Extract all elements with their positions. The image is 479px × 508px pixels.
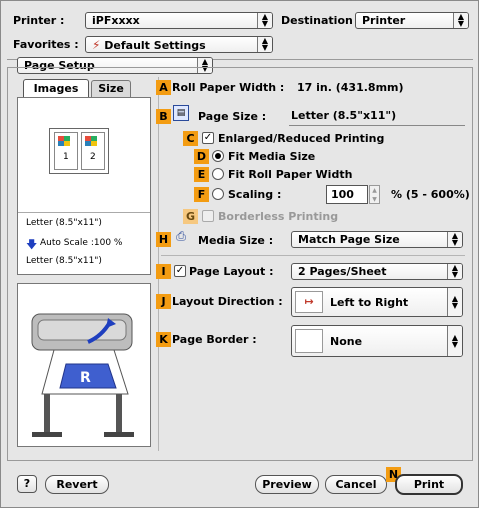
page-size-value: Letter (8.5"x11"): [291, 109, 397, 122]
cancel-label: Cancel: [335, 478, 377, 491]
popup-arrows-icon: ▲ ▼: [447, 264, 462, 279]
page-layout-value: 2 Pages/Sheet: [298, 265, 387, 278]
page-number-2: 2: [90, 152, 96, 162]
help-button[interactable]: ?: [17, 475, 37, 493]
printer-popup[interactable]: iPFxxxx ▲ ▼: [85, 12, 273, 29]
page-number-1: 1: [63, 152, 69, 162]
layout-direction-label: Layout Direction :: [172, 295, 283, 308]
media-size-label: Media Size :: [198, 234, 274, 247]
destination-label: Destination :: [281, 14, 362, 27]
page-thumb-2: 2: [81, 132, 105, 170]
popup-arrows-icon: ▲ ▼: [447, 232, 462, 247]
cancel-button[interactable]: Cancel: [325, 475, 387, 494]
borderless-checkbox[interactable]: [202, 210, 214, 222]
left-to-right-icon: ↦: [295, 291, 323, 313]
printer-illustration: R: [17, 283, 151, 447]
page-size-underline: [289, 125, 465, 126]
printer-icon: R: [31, 313, 134, 437]
scaling-input[interactable]: 100: [326, 185, 368, 204]
page-size-icon: ▤: [173, 105, 189, 121]
revert-button[interactable]: Revert: [45, 475, 109, 494]
page-thumb-1: 1: [54, 132, 78, 170]
badge-e: E: [194, 167, 209, 182]
badge-d: D: [194, 149, 209, 164]
favorites-popup[interactable]: ⚡ Default Settings ▲ ▼: [85, 36, 273, 53]
preview-divider: [18, 212, 150, 213]
badge-c: C: [183, 131, 198, 146]
thumb-yellow-icon: [91, 141, 97, 146]
media-size-value: Match Page Size: [298, 233, 400, 246]
original-size-text: Letter (8.5"x11"): [26, 218, 102, 228]
layout-preview: 1 2 Letter (8.5"x11") 🡇 Auto Scale :100 …: [17, 97, 151, 275]
scaling-label: Scaling :: [228, 188, 282, 201]
destination-popup[interactable]: Printer ▲ ▼: [355, 12, 469, 29]
print-dialog: Printer : iPFxxxx ▲ ▼ Destination : Print…: [0, 0, 479, 508]
svg-text:R: R: [80, 370, 91, 386]
thumb-yellow-icon: [64, 141, 70, 146]
badge-j: J: [156, 294, 171, 309]
favorites-brush-icon: ⚡: [92, 38, 101, 52]
popup-arrows-icon: ▲ ▼: [257, 37, 272, 52]
badge-k: K: [156, 332, 171, 347]
page-size-label: Page Size :: [198, 110, 267, 123]
fit-media-label: Fit Media Size: [228, 150, 316, 163]
output-size-text: Letter (8.5"x11"): [26, 256, 102, 266]
enlarged-label: Enlarged/Reduced Printing: [218, 132, 385, 145]
scaling-range: % (5 - 600%): [391, 188, 470, 201]
popup-arrows-icon: ▲ ▼: [447, 288, 462, 316]
page-layout-checkbox[interactable]: ✓: [174, 265, 186, 277]
page-layout-label: Page Layout :: [189, 265, 274, 278]
favorites-label: Favorites :: [13, 38, 79, 51]
tab-images-label: Images: [33, 82, 79, 95]
tab-size[interactable]: Size: [91, 80, 131, 98]
page-border-value: None: [330, 335, 363, 348]
roll-paper-width-value: 17 in. (431.8mm): [297, 81, 404, 94]
print-button[interactable]: Print: [395, 474, 463, 495]
fit-roll-radio[interactable]: [212, 168, 224, 180]
popup-arrows-icon: ▲ ▼: [447, 326, 462, 356]
badge-i: I: [156, 264, 171, 279]
badge-g: G: [183, 209, 198, 224]
page-border-label: Page Border :: [172, 333, 257, 346]
badge-b: B: [156, 109, 171, 124]
sheet-thumbnail: 1 2: [49, 128, 109, 174]
media-size-popup[interactable]: Match Page Size ▲ ▼: [291, 231, 463, 248]
revert-label: Revert: [56, 478, 98, 491]
preview-button[interactable]: Preview: [255, 475, 319, 494]
layout-direction-popup[interactable]: ↦ Left to Right ▲ ▼: [291, 287, 463, 317]
fit-media-radio[interactable]: [212, 150, 224, 162]
roll-paper-width-label: Roll Paper Width :: [172, 81, 285, 94]
badge-h: H: [156, 232, 171, 247]
auto-scale-text: Auto Scale :100 %: [40, 238, 123, 248]
page-border-popup[interactable]: None ▲ ▼: [291, 325, 463, 357]
popup-arrows-icon: ▲ ▼: [257, 13, 272, 28]
fit-roll-label: Fit Roll Paper Width: [228, 168, 353, 181]
badge-a: A: [156, 80, 171, 95]
preview-label: Preview: [262, 478, 312, 491]
tab-images[interactable]: Images: [23, 79, 89, 98]
section-divider: [161, 255, 465, 256]
page-layout-popup[interactable]: 2 Pages/Sheet ▲ ▼: [291, 263, 463, 280]
popup-arrows-icon: ▲ ▼: [453, 13, 468, 28]
scaling-value: 100: [331, 188, 354, 201]
print-label: Print: [413, 478, 445, 491]
badge-f: F: [194, 187, 209, 202]
borderless-label: Borderless Printing: [218, 210, 339, 223]
scaling-radio[interactable]: [212, 188, 224, 200]
favorites-value: Default Settings: [104, 39, 206, 52]
tab-size-label: Size: [98, 82, 124, 95]
media-size-icon: ⎙: [176, 229, 186, 243]
printer-label: Printer :: [13, 14, 65, 27]
layout-direction-value: Left to Right: [330, 296, 409, 309]
help-icon: ?: [23, 477, 31, 490]
destination-value: Printer: [362, 14, 406, 27]
enlarged-checkbox[interactable]: ✓: [202, 132, 214, 144]
scaling-stepper[interactable]: ▲ ▼: [369, 185, 380, 204]
printer-value: iPFxxxx: [92, 14, 140, 27]
arrow-down-icon: 🡇: [26, 238, 38, 251]
page-border-icon: [295, 329, 323, 353]
